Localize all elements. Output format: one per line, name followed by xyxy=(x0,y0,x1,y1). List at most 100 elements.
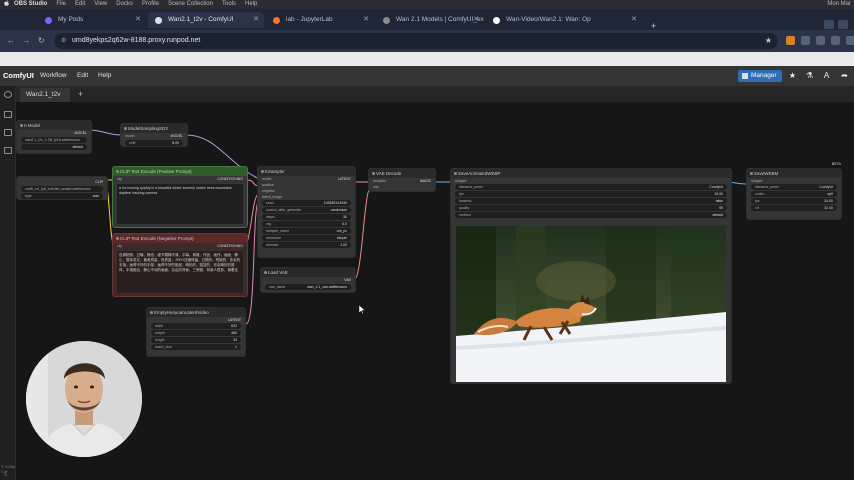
puzzle-extension-icon[interactable] xyxy=(816,36,825,45)
workflow-tab-label: Wan2.1_t2v xyxy=(26,91,61,98)
profile-icon[interactable] xyxy=(838,20,848,29)
tab-jupyterlab[interactable]: lab - JupyterLab ✕ xyxy=(266,12,374,28)
node-vae-decode[interactable]: VAE Decode samples IMAGE vae xyxy=(368,168,436,192)
share-icon[interactable]: ➦ xyxy=(840,71,849,80)
close-icon[interactable]: ✕ xyxy=(253,12,259,28)
manager-button[interactable]: Manager xyxy=(738,70,782,82)
cfg-widget[interactable]: cfg 6.0 xyxy=(262,221,351,227)
quality-widget[interactable]: quality 90 xyxy=(455,205,727,211)
theme-toggle-icon[interactable]: ☾ xyxy=(4,470,10,478)
history-icon[interactable] xyxy=(4,91,12,98)
menubar-profile[interactable]: Profile xyxy=(142,0,159,9)
unet-name-widget[interactable]: wan2.1_t2v_1.3B_fp16.safetensors xyxy=(21,137,87,143)
node-empty-latent-video[interactable]: EmptyHunyuanLatentVideo LATENT width 832 … xyxy=(146,307,246,357)
workflows-icon[interactable] xyxy=(4,147,12,154)
menubar-scene-collection[interactable]: Scene Collection xyxy=(168,0,213,9)
node-load-diffusion-model[interactable]: n Model MODEL wan2.1_t2v_1.3B_fp16.safet… xyxy=(16,120,92,154)
node-title: SaveAnimatedWEBP xyxy=(451,169,731,178)
close-icon[interactable]: ✕ xyxy=(363,12,369,28)
graph-canvas[interactable]: n Model MODEL wan2.1_t2v_1.3B_fp16.safet… xyxy=(16,102,854,480)
translate-icon[interactable]: A xyxy=(822,71,831,80)
crf-widget[interactable]: crf 32.00 xyxy=(751,205,837,211)
menubar-edit[interactable]: Edit xyxy=(75,0,85,9)
menubar-app-name[interactable]: OBS Studio xyxy=(14,0,47,9)
vae-decode-input-vae[interactable]: vae xyxy=(369,184,435,190)
workflow-tab[interactable]: Wan2.1_t2v xyxy=(20,88,70,102)
menubar-view[interactable]: View xyxy=(94,0,107,9)
webm-filename-prefix-widget[interactable]: filename_prefix ComfyUI xyxy=(751,184,837,190)
scheduler-widget[interactable]: scheduler simple xyxy=(262,235,351,241)
new-workflow-button[interactable]: + xyxy=(78,86,83,102)
denoise-widget[interactable]: denoise 1.00 xyxy=(262,242,351,248)
webm-fps-widget[interactable]: fps 24.00 xyxy=(751,198,837,204)
seed-widget[interactable]: seed 103836144939 xyxy=(262,200,351,206)
node-load-clip[interactable]: CLIP umt5_xxl_fp8_e4m3fn_scaled.safetens… xyxy=(16,176,108,200)
node-output-model[interactable]: MODEL xyxy=(17,130,91,136)
menubar-tools[interactable]: Tools xyxy=(222,0,236,9)
close-icon[interactable]: ✕ xyxy=(473,12,479,28)
steps-widget[interactable]: steps 30 xyxy=(262,214,351,220)
widget-value: vp9 xyxy=(827,192,833,196)
weight-dtype-widget[interactable]: default xyxy=(21,144,87,150)
negative-prompt-textarea[interactable]: 色调艳丽，过曝，静态，细节模糊不清，字幕，风格，作品，画作，画面，静止，整体发灰… xyxy=(117,251,243,293)
codec-widget[interactable]: codec vp9 xyxy=(751,191,837,197)
tab-search-icon[interactable] xyxy=(824,20,834,29)
node-output-clip[interactable]: CLIP xyxy=(17,179,107,185)
node-ksampler[interactable]: KSampler model LATENT positive negative l… xyxy=(257,166,356,258)
sampler-name-widget[interactable]: sampler_name uni_pc xyxy=(262,228,351,234)
method-widget[interactable]: method default xyxy=(455,212,727,218)
account-icon[interactable] xyxy=(846,36,854,45)
length-widget[interactable]: length 33 xyxy=(151,337,241,343)
control-after-generate-widget[interactable]: control_after_generate randomize xyxy=(262,207,351,213)
node-negative-prompt[interactable]: CLIP Text Encode (Negative Prompt) clip C… xyxy=(112,233,248,297)
shift-widget[interactable]: shift 8.00 xyxy=(125,140,183,146)
widget-value: umt5_xxl_fp8_e4m3fn_scaled.safetensors xyxy=(25,187,91,191)
node-output-vae[interactable]: VAE xyxy=(261,277,355,283)
clip-type-widget[interactable]: type wan xyxy=(21,193,103,199)
menu-workflow[interactable]: Workflow xyxy=(40,66,67,86)
vae-name-widget[interactable]: vae_name wan_2.1_vae.safetensors xyxy=(265,284,351,290)
model-library-icon[interactable] xyxy=(4,129,12,136)
menu-help[interactable]: Help xyxy=(98,66,111,86)
width-widget[interactable]: width 832 xyxy=(151,323,241,329)
tab-github-wan[interactable]: Wan-Video/Wan2.1: Wan: Op ✕ xyxy=(486,12,642,28)
close-icon[interactable]: ✕ xyxy=(631,12,637,28)
node-load-vae[interactable]: Load VAE VAE vae_name wan_2.1_vae.safeten… xyxy=(260,267,356,293)
menubar-help[interactable]: Help xyxy=(245,0,257,9)
node-save-webm[interactable]: SaveWEBM images filename_prefix ComfyUI c… xyxy=(746,168,842,220)
node-library-icon[interactable] xyxy=(4,111,12,118)
node-positive-prompt[interactable]: CLIP Text Encode (Positive Prompt) clip C… xyxy=(112,166,248,228)
filename-prefix-widget[interactable]: filename_prefix ComfyUI xyxy=(455,184,727,190)
height-widget[interactable]: height 480 xyxy=(151,330,241,336)
node-io-row[interactable]: clip CONDITIONING xyxy=(113,176,247,182)
site-info-icon[interactable]: ⚙ xyxy=(61,33,66,49)
forward-button[interactable]: → xyxy=(22,36,30,45)
close-icon[interactable]: ✕ xyxy=(135,12,141,28)
star-icon[interactable]: ★ xyxy=(788,71,797,80)
comfyui-logo[interactable]: ComfyUI xyxy=(3,66,34,86)
batch-size-widget[interactable]: batch_size 1 xyxy=(151,344,241,350)
menu-edit[interactable]: Edit xyxy=(77,66,88,86)
fps-widget[interactable]: fps 16.00 xyxy=(455,191,727,197)
positive-prompt-textarea[interactable]: a fox moving quickly in a beautiful wint… xyxy=(117,184,243,224)
generated-video-preview[interactable] xyxy=(456,226,726,382)
bookmark-icon[interactable]: ★ xyxy=(765,33,772,49)
mouse-cursor-icon xyxy=(359,305,366,314)
lossless-widget[interactable]: lossless false xyxy=(455,198,727,204)
node-io-row[interactable]: clip CONDITIONING xyxy=(113,243,247,249)
address-bar[interactable]: ⚙ umd8yekps2q62w-8188.proxy.runpod.net ★ xyxy=(54,33,778,49)
extension-icon[interactable] xyxy=(801,36,810,45)
back-button[interactable]: ← xyxy=(7,36,15,45)
metamask-extension-icon[interactable] xyxy=(786,36,795,45)
reload-button[interactable]: ↻ xyxy=(38,36,45,45)
sidebar-panel-icon[interactable] xyxy=(831,36,840,45)
clip-name-widget[interactable]: umt5_xxl_fp8_e4m3fn_scaled.safetensors xyxy=(21,186,103,192)
tab-my-pods[interactable]: My Pods ✕ xyxy=(38,12,146,28)
menubar-docks[interactable]: Docks xyxy=(116,0,133,9)
node-io-row[interactable]: model MODEL xyxy=(121,133,187,139)
tab-wan-models[interactable]: Wan 2.1 Models | ComfyUI_ex ✕ xyxy=(376,12,484,28)
flask-icon[interactable]: ⚗ xyxy=(805,71,814,80)
menubar-file[interactable]: File xyxy=(56,0,66,9)
tab-comfyui[interactable]: Wan2.1_t2v - ComfyUI ✕ xyxy=(148,12,264,28)
node-model-sampling-sd3[interactable]: ModelSamplingSD3 model MODEL shift 8.00 xyxy=(120,123,188,147)
